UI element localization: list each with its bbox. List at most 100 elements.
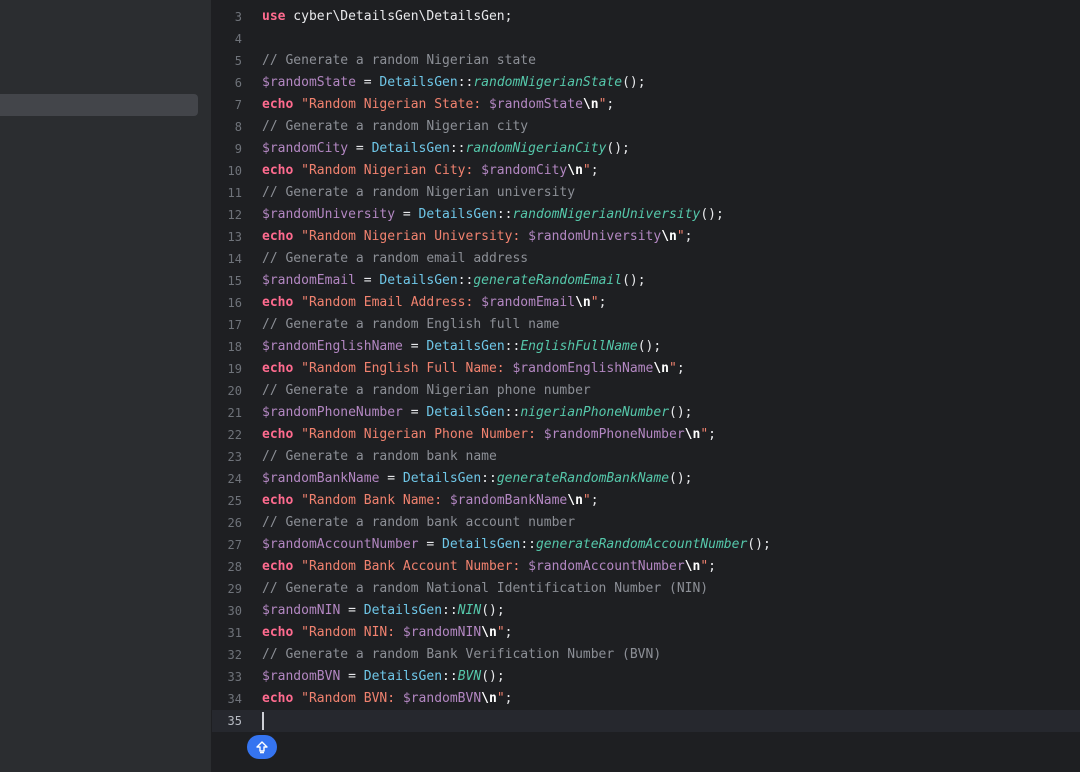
code-token: \n [661, 229, 677, 244]
code-line[interactable]: // Generate a random Nigerian phone numb… [262, 380, 591, 402]
code-token: \n [481, 691, 497, 706]
code-token: cyber\DetailsGen\DetailsGen; [285, 9, 513, 24]
code-line[interactable]: // Generate a random Bank Verification N… [262, 644, 661, 666]
code-line[interactable]: echo "Random Email Address: $randomEmail… [262, 292, 606, 314]
code-token: DetailsGen [418, 207, 497, 222]
line-number: 14 [227, 252, 242, 266]
code-line[interactable]: // Generate a random bank name [262, 446, 497, 468]
code-token: ; [606, 97, 615, 112]
line-number: 23 [227, 450, 242, 464]
code-line[interactable]: $randomAccountNumber = DetailsGen::gener… [262, 534, 771, 556]
code-token: // Generate a random email address [262, 251, 529, 266]
code-line[interactable]: $randomNIN = DetailsGen::NIN(); [262, 600, 505, 622]
code-token: \n [653, 361, 670, 376]
code-line[interactable]: echo "Random Nigerian State: $randomStat… [262, 94, 614, 116]
code-token: DetailsGen [402, 471, 482, 486]
code-line[interactable]: echo "Random English Full Name: $randomE… [262, 358, 685, 380]
code-line[interactable]: $randomBVN = DetailsGen::BVN(); [262, 666, 505, 688]
code-token: generateRandomEmail [473, 273, 623, 288]
code-line[interactable]: // Generate a random Nigerian state [262, 50, 536, 72]
code-token: echo [262, 493, 294, 508]
code-token: $randomEnglishName [262, 339, 403, 354]
code-token: generateRandomAccountNumber [535, 537, 748, 552]
code-line[interactable]: // Generate a random National Identifica… [262, 578, 708, 600]
code-token: nigerianPhoneNumber [520, 405, 670, 420]
code-token: $randomPhoneNumber [262, 405, 403, 420]
code-line[interactable]: $randomEnglishName = DetailsGen::English… [262, 336, 661, 358]
code-token: "Random Nigerian State: [301, 97, 489, 112]
line-number: 32 [227, 648, 242, 662]
code-token: (); [747, 537, 771, 552]
code-line[interactable]: $randomUniversity = DetailsGen::randomNi… [262, 204, 724, 226]
code-line[interactable]: // Generate a random email address [262, 248, 528, 270]
code-token: $randomEmail [481, 295, 576, 310]
code-line[interactable]: echo "Random NIN: $randomNIN\n"; [262, 622, 512, 644]
code-line[interactable]: echo "Random Nigerian Phone Number: $ran… [262, 424, 716, 446]
line-number: 19 [227, 362, 242, 376]
code-token: $randomUniversity [262, 207, 396, 222]
code-line[interactable]: use cyber\DetailsGen\DetailsGen; [262, 6, 512, 28]
code-token: $randomBVN [262, 669, 341, 684]
code-line[interactable]: // Generate a random Nigerian university [262, 182, 575, 204]
code-line[interactable]: echo "Random BVN: $randomBVN\n"; [262, 688, 512, 710]
code-token: " [496, 691, 505, 706]
code-token: \n [684, 427, 701, 442]
code-token: DetailsGen [426, 339, 505, 354]
code-token: ; [708, 559, 716, 574]
code-line[interactable]: echo "Random Bank Name: $randomBankName\… [262, 490, 599, 512]
line-number: 3 [234, 10, 242, 24]
project-sidebar[interactable] [0, 0, 212, 772]
code-line[interactable]: $randomBankName = DetailsGen::generateRa… [262, 468, 693, 490]
scroll-to-top-button[interactable] [247, 735, 277, 759]
line-number: 27 [227, 538, 242, 552]
line-number: 16 [227, 296, 242, 310]
code-token: $randomEmail [262, 273, 356, 288]
code-token: = [340, 669, 364, 684]
code-token: // Generate a random Nigerian university [262, 185, 576, 200]
code-line[interactable]: $randomCity = DetailsGen::randomNigerian… [262, 138, 630, 160]
code-token: NIN [457, 603, 482, 618]
code-token: (); [669, 471, 693, 486]
code-line[interactable]: // Generate a random Nigerian city [262, 116, 528, 138]
code-line[interactable]: $randomState = DetailsGen::randomNigeria… [262, 72, 646, 94]
code-line[interactable]: $randomPhoneNumber = DetailsGen::nigeria… [262, 402, 693, 424]
code-token: " [676, 229, 685, 244]
line-number: 5 [234, 54, 242, 68]
code-token: ; [504, 625, 513, 640]
sidebar-selected-item[interactable] [0, 94, 198, 116]
code-token: $randomNIN [262, 603, 341, 618]
code-token: \n [567, 493, 583, 508]
line-number: 24 [227, 472, 242, 486]
code-line[interactable]: echo "Random Nigerian University: $rando… [262, 226, 693, 248]
code-token: $randomAccountNumber [262, 537, 419, 552]
code-line[interactable]: // Generate a random English full name [262, 314, 559, 336]
line-number: 29 [227, 582, 242, 596]
code-token: echo [262, 295, 294, 310]
code-token: $randomBankName [262, 471, 380, 486]
line-number: 7 [234, 98, 242, 112]
code-token: = [402, 405, 427, 420]
code-token: echo [262, 559, 294, 574]
code-line[interactable]: echo "Random Bank Account Number: $rando… [262, 556, 716, 578]
code-line[interactable]: // Generate a random bank account number [262, 512, 575, 534]
code-token: ; [504, 691, 513, 706]
code-token: "Random NIN: [301, 625, 403, 640]
code-token: = [395, 207, 419, 222]
code-token: // Generate a random English full name [262, 317, 560, 332]
ide-window: 3 use cyber\DetailsGen\DetailsGen; 4 5 // Ge… [0, 0, 1080, 772]
code-line[interactable]: echo "Random Nigerian City: $randomCity\… [262, 160, 599, 182]
code-token: :: [504, 339, 521, 354]
code-token: randomNigerianState [473, 75, 623, 90]
current-line-highlight [212, 710, 1080, 732]
code-token: :: [496, 207, 513, 222]
code-line[interactable]: $randomEmail = DetailsGen::generateRando… [262, 270, 646, 292]
code-token: ; [598, 295, 607, 310]
arrow-up-icon [256, 741, 268, 754]
code-token: DetailsGen [442, 537, 521, 552]
line-number: 4 [234, 32, 242, 46]
